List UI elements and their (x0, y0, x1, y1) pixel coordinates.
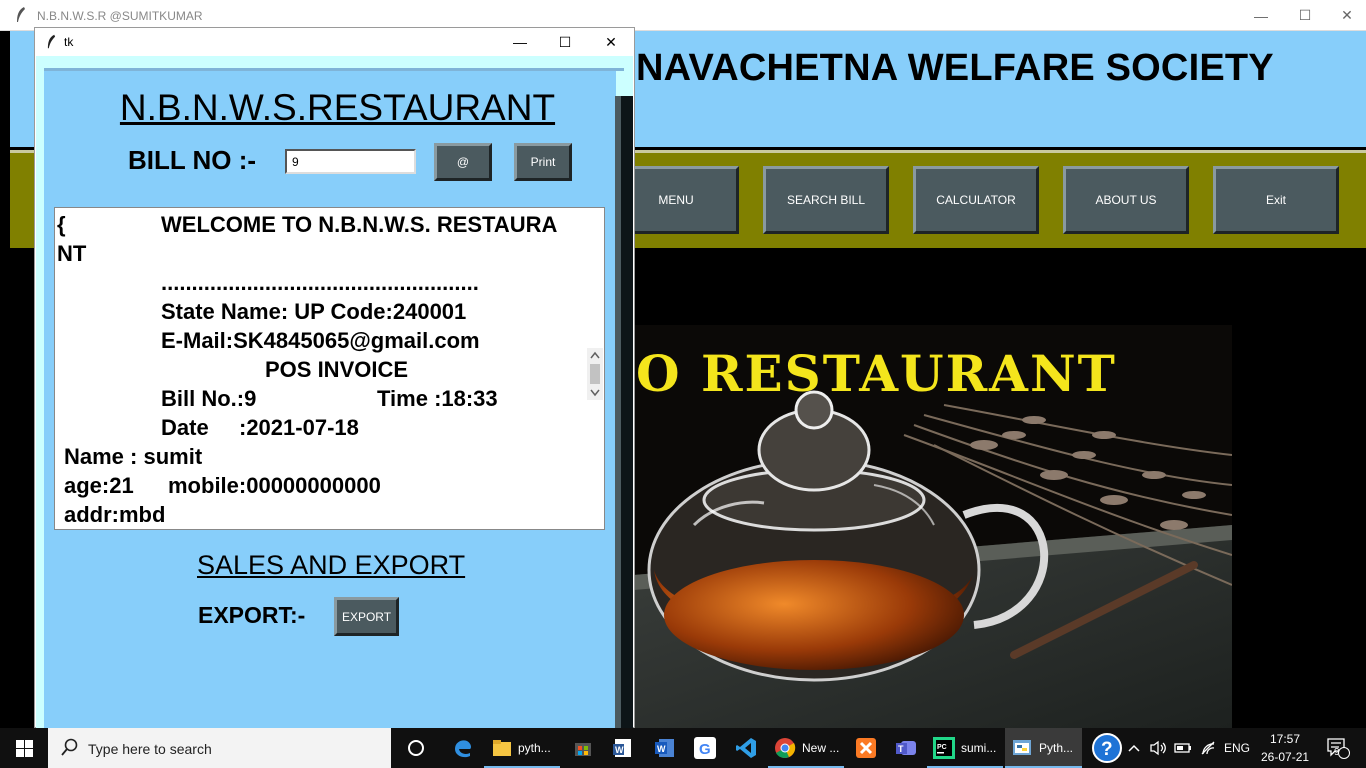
store-icon[interactable] (563, 728, 603, 768)
receipt-bill-no: Bill No.:9 (161, 386, 257, 411)
edge-icon[interactable] (443, 728, 483, 768)
tk-titlebar[interactable]: tk — ☐ ✕ (35, 28, 634, 56)
about-us-button[interactable]: ABOUT US (1063, 166, 1189, 234)
minimize-icon[interactable]: — (1238, 0, 1284, 31)
taskbar-app-python[interactable]: Pyth... (1005, 728, 1082, 768)
vscode-icon[interactable] (726, 728, 766, 768)
tk-feather-icon (47, 34, 56, 49)
svg-text:T: T (898, 744, 904, 754)
receipt-state: State Name: UP Code:240001 (161, 299, 467, 324)
maximize-icon[interactable]: ☐ (542, 28, 588, 56)
close-icon[interactable]: ✕ (588, 28, 634, 56)
receipt-date-value: :2021-07-18 (239, 415, 359, 440)
help-icon[interactable]: ? (1087, 728, 1127, 768)
volume-icon[interactable] (1146, 728, 1170, 768)
bill-no-input[interactable] (285, 149, 416, 174)
google-icon[interactable]: G (685, 728, 725, 768)
at-button[interactable]: @ (434, 143, 492, 181)
wordpad-icon[interactable]: W (603, 728, 643, 768)
calculator-button[interactable]: CALCULATOR (913, 166, 1039, 234)
taskbar-app-label: pyth... (518, 741, 551, 755)
taskbar-app-chrome[interactable]: New ... (768, 728, 844, 768)
panel-edge (44, 68, 624, 71)
taskbar-app-pyth-folder[interactable]: pyth... (484, 728, 560, 768)
receipt-mobile: mobile:00000000000 (168, 473, 381, 498)
taskbar-app-label: New ... (802, 741, 840, 755)
xampp-icon[interactable] (846, 728, 886, 768)
minimize-icon[interactable]: — (497, 28, 543, 56)
input-language[interactable]: ENG (1224, 741, 1250, 755)
exit-button[interactable]: Exit (1213, 166, 1339, 234)
search-bill-button[interactable]: SEARCH BILL (763, 166, 889, 234)
python-icon (1013, 740, 1031, 755)
receipt-textbox[interactable]: { WELCOME TO N.B.N.W.S. RESTAURA NT ....… (54, 207, 605, 530)
svg-text:W: W (615, 745, 624, 755)
taskbar-app-pycharm[interactable]: PC sumi... (927, 728, 1003, 768)
chrome-icon (775, 738, 796, 758)
export-button[interactable]: EXPORT (334, 597, 399, 636)
clock-time[interactable]: 17:57 (1270, 732, 1300, 746)
receipt-brace: { (57, 212, 66, 237)
battery-icon[interactable] (1171, 728, 1195, 768)
taskbar-app-label: sumi... (961, 741, 997, 755)
search-icon (61, 738, 78, 756)
bill-no-label: BILL NO :- (128, 145, 257, 175)
tk-dialog: tk — ☐ ✕ N.B.N.W.S.RESTAURANT BILL NO :-… (34, 27, 635, 728)
main-window-title: N.B.N.W.S.R @SUMITKUMAR (37, 9, 203, 23)
receipt-name: Name : sumit (64, 444, 203, 469)
receipt-email: E-Mail:SK4845065@gmail.com (161, 328, 480, 353)
notification-count: 9 (1334, 747, 1340, 758)
maximize-icon[interactable]: ☐ (1282, 0, 1328, 31)
restaurant-heading: N.B.N.W.S.RESTAURANT (119, 87, 556, 128)
taskbar: Type here to search pyth... W W G New ..… (0, 728, 1366, 768)
restaurant-banner: O RESTAURANT (636, 344, 1117, 403)
receipt-welcome: WELCOME TO N.B.N.W.S. RESTAURA (161, 212, 558, 237)
folder-icon (493, 740, 511, 756)
search-placeholder: Type here to search (88, 741, 212, 757)
pycharm-icon: PC (933, 737, 955, 759)
task-view-icon[interactable] (396, 728, 436, 768)
receipt-addr: addr:mbd (64, 502, 166, 527)
sales-export-heading: SALES AND EXPORT (197, 550, 466, 580)
taskbar-search-box[interactable]: Type here to search (48, 728, 391, 768)
receipt-welcome-wrap: NT (57, 241, 87, 266)
wifi-icon[interactable] (1196, 728, 1220, 768)
windows-logo-icon (15, 739, 33, 757)
clock-date[interactable]: 26-07-21 (1261, 750, 1309, 764)
close-icon[interactable]: ✕ (1324, 0, 1366, 31)
receipt-dots: ........................................… (161, 270, 479, 295)
svg-text:?: ? (1101, 739, 1113, 760)
panel-shadow (615, 96, 633, 728)
teams-icon[interactable]: T (886, 728, 926, 768)
svg-text:G: G (699, 741, 711, 758)
receipt-scrollbar[interactable] (587, 348, 603, 400)
chevron-up-icon[interactable] (1125, 728, 1143, 768)
tk-feather-icon (17, 7, 25, 22)
receipt-date-label: Date (161, 415, 209, 440)
word-icon[interactable]: W (645, 728, 685, 768)
receipt-age: age:21 (64, 473, 134, 498)
taskbar-app-label: Pyth... (1039, 741, 1074, 755)
society-title: NAVACHETNA WELFARE SOCIETY (636, 47, 1274, 89)
tk-dialog-title: tk (64, 35, 74, 49)
windows-start-button[interactable] (0, 728, 48, 768)
receipt-time: Time :18:33 (377, 386, 498, 411)
print-button[interactable]: Print (514, 143, 572, 181)
receipt-pos-invoice: POS INVOICE (265, 357, 409, 382)
svg-text:PC: PC (937, 744, 947, 751)
svg-text:W: W (657, 744, 666, 754)
export-label: EXPORT:- (198, 602, 306, 628)
